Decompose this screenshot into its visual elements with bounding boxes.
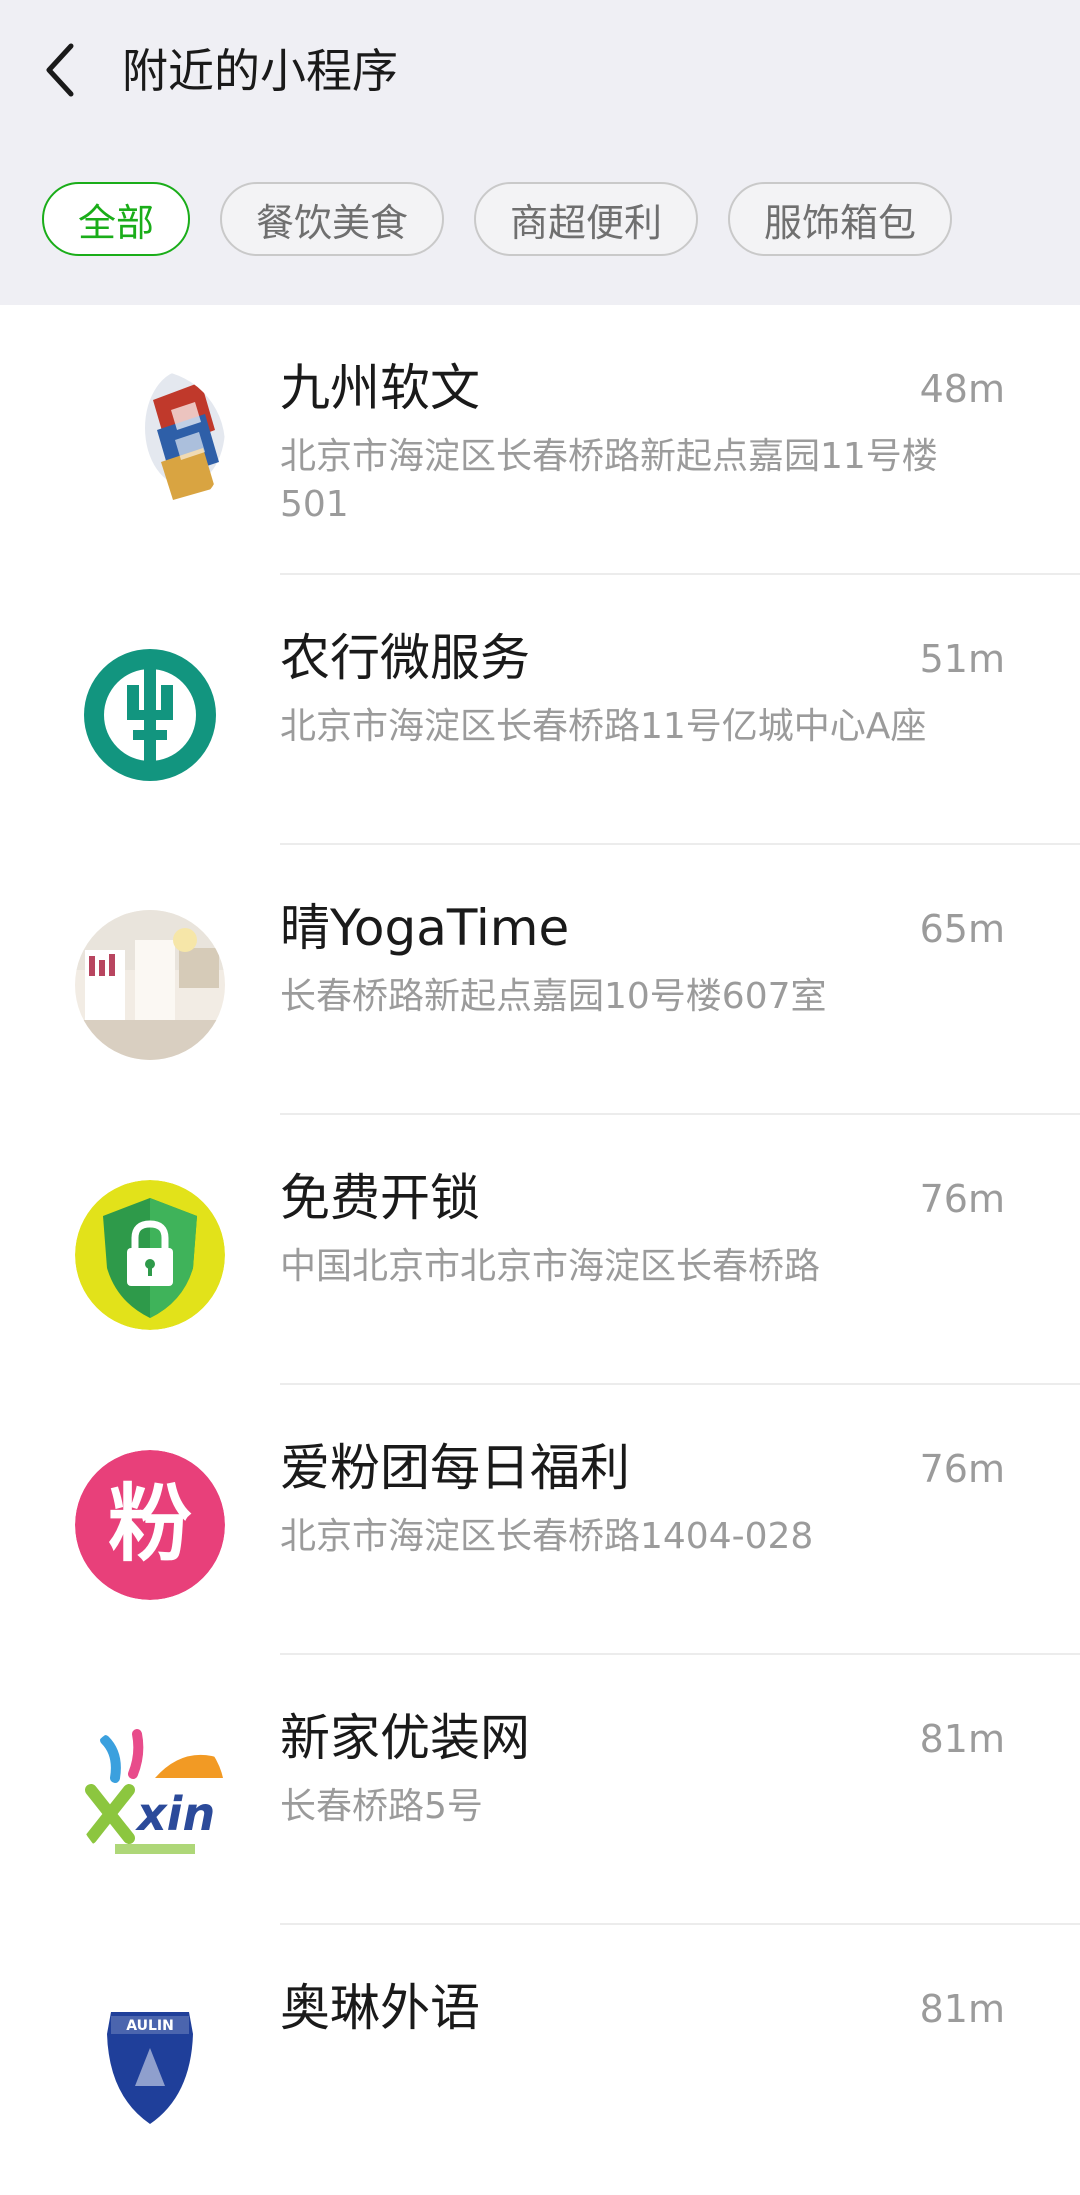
list-item[interactable]: 粉 爱粉团每日福利 76m 北京市海淀区长春桥路1404-028 <box>0 1385 1080 1655</box>
filter-tab-apparel[interactable]: 服饰箱包 <box>728 182 953 256</box>
item-name: 新家优装网 <box>280 1709 530 1767</box>
chevron-left-icon <box>46 43 74 97</box>
item-distance: 65m <box>919 907 1005 951</box>
item-name: 九州软文 <box>280 359 480 417</box>
svg-text:xin: xin <box>135 1787 215 1841</box>
svg-text:粉: 粉 <box>108 1475 192 1573</box>
item-address: 北京市海淀区长春桥路1404-028 <box>280 1516 814 1557</box>
mini-program-list: 九州软文 48m 北京市海淀区长春桥路新起点嘉园11号楼501 农行微服务 51… <box>0 305 1080 2195</box>
item-name: 农行微服务 <box>280 629 530 687</box>
aulin-crest-icon: AULIN <box>75 1990 225 2140</box>
item-distance: 76m <box>919 1177 1005 1221</box>
item-address: 长春桥路5号 <box>280 1786 483 1827</box>
item-address: 北京市海淀区长春桥路11号亿城中心A座 <box>280 706 927 747</box>
item-name: 爱粉团每日福利 <box>280 1439 630 1497</box>
item-distance: 76m <box>919 1447 1005 1491</box>
abc-bank-logo-icon <box>75 640 225 790</box>
padlock-shield-icon <box>75 1180 225 1330</box>
header-bar: 附近的小程序 全部 餐饮美食 商超便利 服饰箱包 <box>0 0 1080 305</box>
list-item[interactable]: 农行微服务 51m 北京市海淀区长春桥路11号亿城中心A座 <box>0 575 1080 845</box>
back-button[interactable] <box>38 40 82 100</box>
svg-text:AULIN: AULIN <box>126 2018 174 2034</box>
item-address: 长春桥路新起点嘉园10号楼607室 <box>280 976 827 1017</box>
item-name: 免费开锁 <box>280 1169 480 1227</box>
yoga-studio-photo-icon <box>75 910 225 1060</box>
item-distance: 51m <box>919 637 1005 681</box>
item-address: 北京市海淀区长春桥路新起点嘉园11号楼501 <box>280 436 938 525</box>
jiuzhou-logo-icon <box>75 370 225 520</box>
xin-logo-icon: xin <box>75 1720 225 1870</box>
item-address: 中国北京市北京市海淀区长春桥路 <box>280 1246 821 1287</box>
item-distance: 81m <box>919 1717 1005 1761</box>
list-item[interactable]: xin 新家优装网 81m 长春桥路5号 <box>0 1655 1080 1925</box>
item-name: 晴YogaTime <box>280 899 570 957</box>
filter-tabs: 全部 餐饮美食 商超便利 服饰箱包 <box>42 182 953 256</box>
item-distance: 48m <box>919 367 1005 411</box>
filter-tab-convenience[interactable]: 商超便利 <box>474 182 699 256</box>
list-item[interactable]: AULIN 奥琳外语 81m <box>0 1925 1080 2195</box>
list-item[interactable]: 免费开锁 76m 中国北京市北京市海淀区长春桥路 <box>0 1115 1080 1385</box>
list-item[interactable]: 晴YogaTime 65m 长春桥路新起点嘉园10号楼607室 <box>0 845 1080 1115</box>
item-distance: 81m <box>919 1987 1005 2031</box>
fen-character-icon: 粉 <box>75 1450 225 1600</box>
list-item[interactable]: 九州软文 48m 北京市海淀区长春桥路新起点嘉园11号楼501 <box>0 305 1080 575</box>
filter-tab-food[interactable]: 餐饮美食 <box>220 182 445 256</box>
item-name: 奥琳外语 <box>280 1979 480 2037</box>
filter-tab-all[interactable]: 全部 <box>42 182 191 256</box>
page-title: 附近的小程序 <box>122 44 398 98</box>
